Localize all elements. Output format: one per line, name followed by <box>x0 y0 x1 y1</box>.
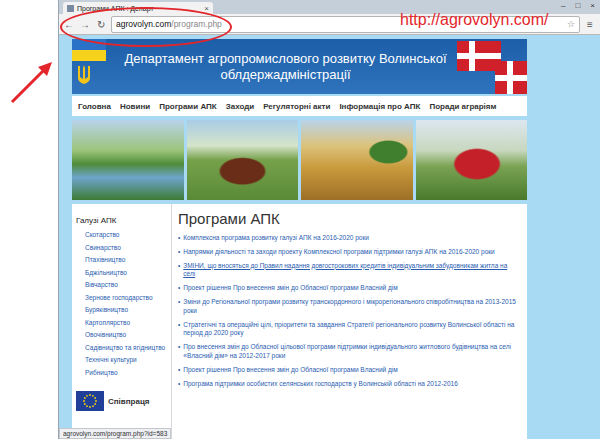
bullet: • <box>178 234 180 243</box>
screenshot: Програми АПК : Департ×–□×←→↻agrovolyn.co… <box>0 0 600 439</box>
bullet: • <box>178 262 180 280</box>
sidebar-item[interactable]: Вівчарство <box>76 279 171 292</box>
sidebar: Галузі АПК СкотарствоСвинарствоПтахівницт… <box>72 204 172 439</box>
bullet: • <box>178 248 180 257</box>
program-item[interactable]: •ЗМІНИ, що вносяться до Правил надання д… <box>178 262 519 280</box>
bullet: • <box>178 380 180 389</box>
program-item[interactable]: •Програма підтримки особистих селянських… <box>178 380 519 389</box>
trident-icon <box>76 64 92 86</box>
red-cross-flags-icon <box>455 39 527 94</box>
sidebar-item[interactable]: Скотарство <box>76 229 171 242</box>
photo <box>301 120 413 200</box>
site-title-line: Департамент агропромислового розвитку Во… <box>116 51 455 67</box>
sidebar-item[interactable]: Бджільництво <box>76 267 171 280</box>
partner-block[interactable]: Співпраця <box>76 391 171 411</box>
content: Програми АПК•Комплексна програма розвитк… <box>172 204 527 439</box>
bullet: • <box>178 321 180 339</box>
program-link[interactable]: Про внесення змін до Обласної цільової п… <box>183 343 519 361</box>
site-nav: Головна Новини Програми АПК Заходи Регулятор… <box>72 96 527 116</box>
ukraine-flag-icon <box>72 39 106 61</box>
site-nav-item[interactable]: Поради аграріям <box>429 102 496 111</box>
program-item[interactable]: •Проект рішення Про внесення змін до Обл… <box>178 366 519 375</box>
bookmark-star-icon[interactable]: ☆ <box>567 19 575 29</box>
partner-label: Співпраця <box>108 397 150 406</box>
site-nav-item[interactable]: Головна <box>78 102 111 111</box>
program-item[interactable]: •Зміни до Регіональної програми розвитку… <box>178 298 519 316</box>
bullet: • <box>178 366 180 375</box>
site-title-line: облдержадміністрації <box>116 67 455 83</box>
toolbar-button[interactable]: → <box>79 19 91 30</box>
photo <box>187 120 299 200</box>
site-nav-item[interactable]: Програми АПК <box>159 102 217 111</box>
tab-close-button[interactable]: × <box>204 4 209 13</box>
bullet: • <box>178 284 180 293</box>
browser-tab[interactable]: Програми АПК : Департ× <box>63 2 213 14</box>
browser-window: Програми АПК : Департ×–□×←→↻agrovolyn.co… <box>58 0 600 439</box>
window-controls: –□× <box>556 0 600 11</box>
sidebar-item[interactable]: Буряківництво <box>76 304 171 317</box>
site-banner: Департамент агропромислового розвитку Во… <box>72 39 527 94</box>
program-link[interactable]: Зміни до Регіональної програми розвитку … <box>183 298 519 316</box>
site-nav-item[interactable]: Новини <box>120 102 150 111</box>
program-item[interactable]: •Проект рішення Про внесення змін до Обл… <box>178 284 519 293</box>
annotation-label: http://agrovolyn.com/ <box>400 11 549 29</box>
main-area: Галузі АПК СкотарствоСвинарствоПтахівницт… <box>72 204 527 439</box>
content-heading: Програми АПК <box>178 210 519 227</box>
program-item[interactable]: •Стратегічні та операційні цілі, пріорит… <box>178 321 519 339</box>
menu-button[interactable]: ≡ <box>584 19 596 30</box>
photo <box>416 120 528 200</box>
site-nav-item[interactable]: Регуляторні акти <box>263 102 330 111</box>
url-highlight-ellipse <box>60 7 232 47</box>
emblems <box>72 39 116 94</box>
bullet: • <box>178 298 180 316</box>
sidebar-item[interactable]: Свинарство <box>76 242 171 255</box>
sidebar-item[interactable]: Птахівництво <box>76 254 171 267</box>
favicon-icon <box>67 5 74 12</box>
sidebar-item[interactable]: Рибництво <box>76 367 171 380</box>
url-path: /program.php <box>171 19 222 29</box>
page: Департамент агропромислового розвитку Во… <box>59 35 600 439</box>
eu-flag-icon <box>76 391 104 411</box>
program-link[interactable]: Програма підтримки особистих селянських … <box>183 380 458 389</box>
sidebar-item[interactable]: Технічні культури <box>76 354 171 367</box>
program-link[interactable]: Проект рішення Про внесення змін до Обла… <box>183 366 397 375</box>
sidebar-heading: Галузі АПК <box>76 216 171 225</box>
site-nav-item[interactable]: Інформація про АПК <box>339 102 420 111</box>
program-link[interactable]: Стратегічні та операційні цілі, пріорите… <box>183 321 519 339</box>
program-item[interactable]: •Про внесення змін до Обласної цільової … <box>178 343 519 361</box>
program-link[interactable]: Напрямки діяльності та заходи проекту Ко… <box>183 248 494 257</box>
window-control-button[interactable]: × <box>585 0 600 11</box>
red-arrow-icon <box>8 58 58 108</box>
status-bubble: agrovolyn.com/program.php?id=583 <box>59 428 171 439</box>
toolbar-button[interactable]: ↻ <box>95 19 107 30</box>
url-host: agrovolyn.com <box>116 19 171 29</box>
program-item[interactable]: •Комплексна програма розвитку галузі АПК… <box>178 234 519 243</box>
sidebar-item[interactable]: Овочівництво <box>76 329 171 342</box>
sidebar-item[interactable]: Зернове господарство <box>76 292 171 305</box>
bullet: • <box>178 343 180 361</box>
program-link[interactable]: ЗМІНИ, що вносяться до Правил надання до… <box>183 262 519 280</box>
program-link[interactable]: Проект рішення Про внесення змін до Обла… <box>183 284 397 293</box>
photo <box>72 120 184 200</box>
site-column: Департамент агропромислового розвитку Во… <box>72 39 527 439</box>
window-control-button[interactable]: – <box>556 0 570 11</box>
site-nav-item[interactable]: Заходи <box>226 102 255 111</box>
toolbar-button[interactable]: ← <box>63 19 75 30</box>
program-item[interactable]: •Напрямки діяльності та заходи проекту К… <box>178 248 519 257</box>
tab-title: Програми АПК : Департ <box>77 5 201 12</box>
sidebar-item[interactable]: Картоплярство <box>76 317 171 330</box>
sidebar-item[interactable]: Садівництво та ягідництво <box>76 342 171 355</box>
program-link[interactable]: Комплексна програма розвитку галузі АПК … <box>183 234 369 243</box>
photo-strip <box>72 120 527 200</box>
site-title: Департамент агропромислового розвитку Во… <box>116 51 455 83</box>
window-control-button[interactable]: □ <box>570 0 585 11</box>
